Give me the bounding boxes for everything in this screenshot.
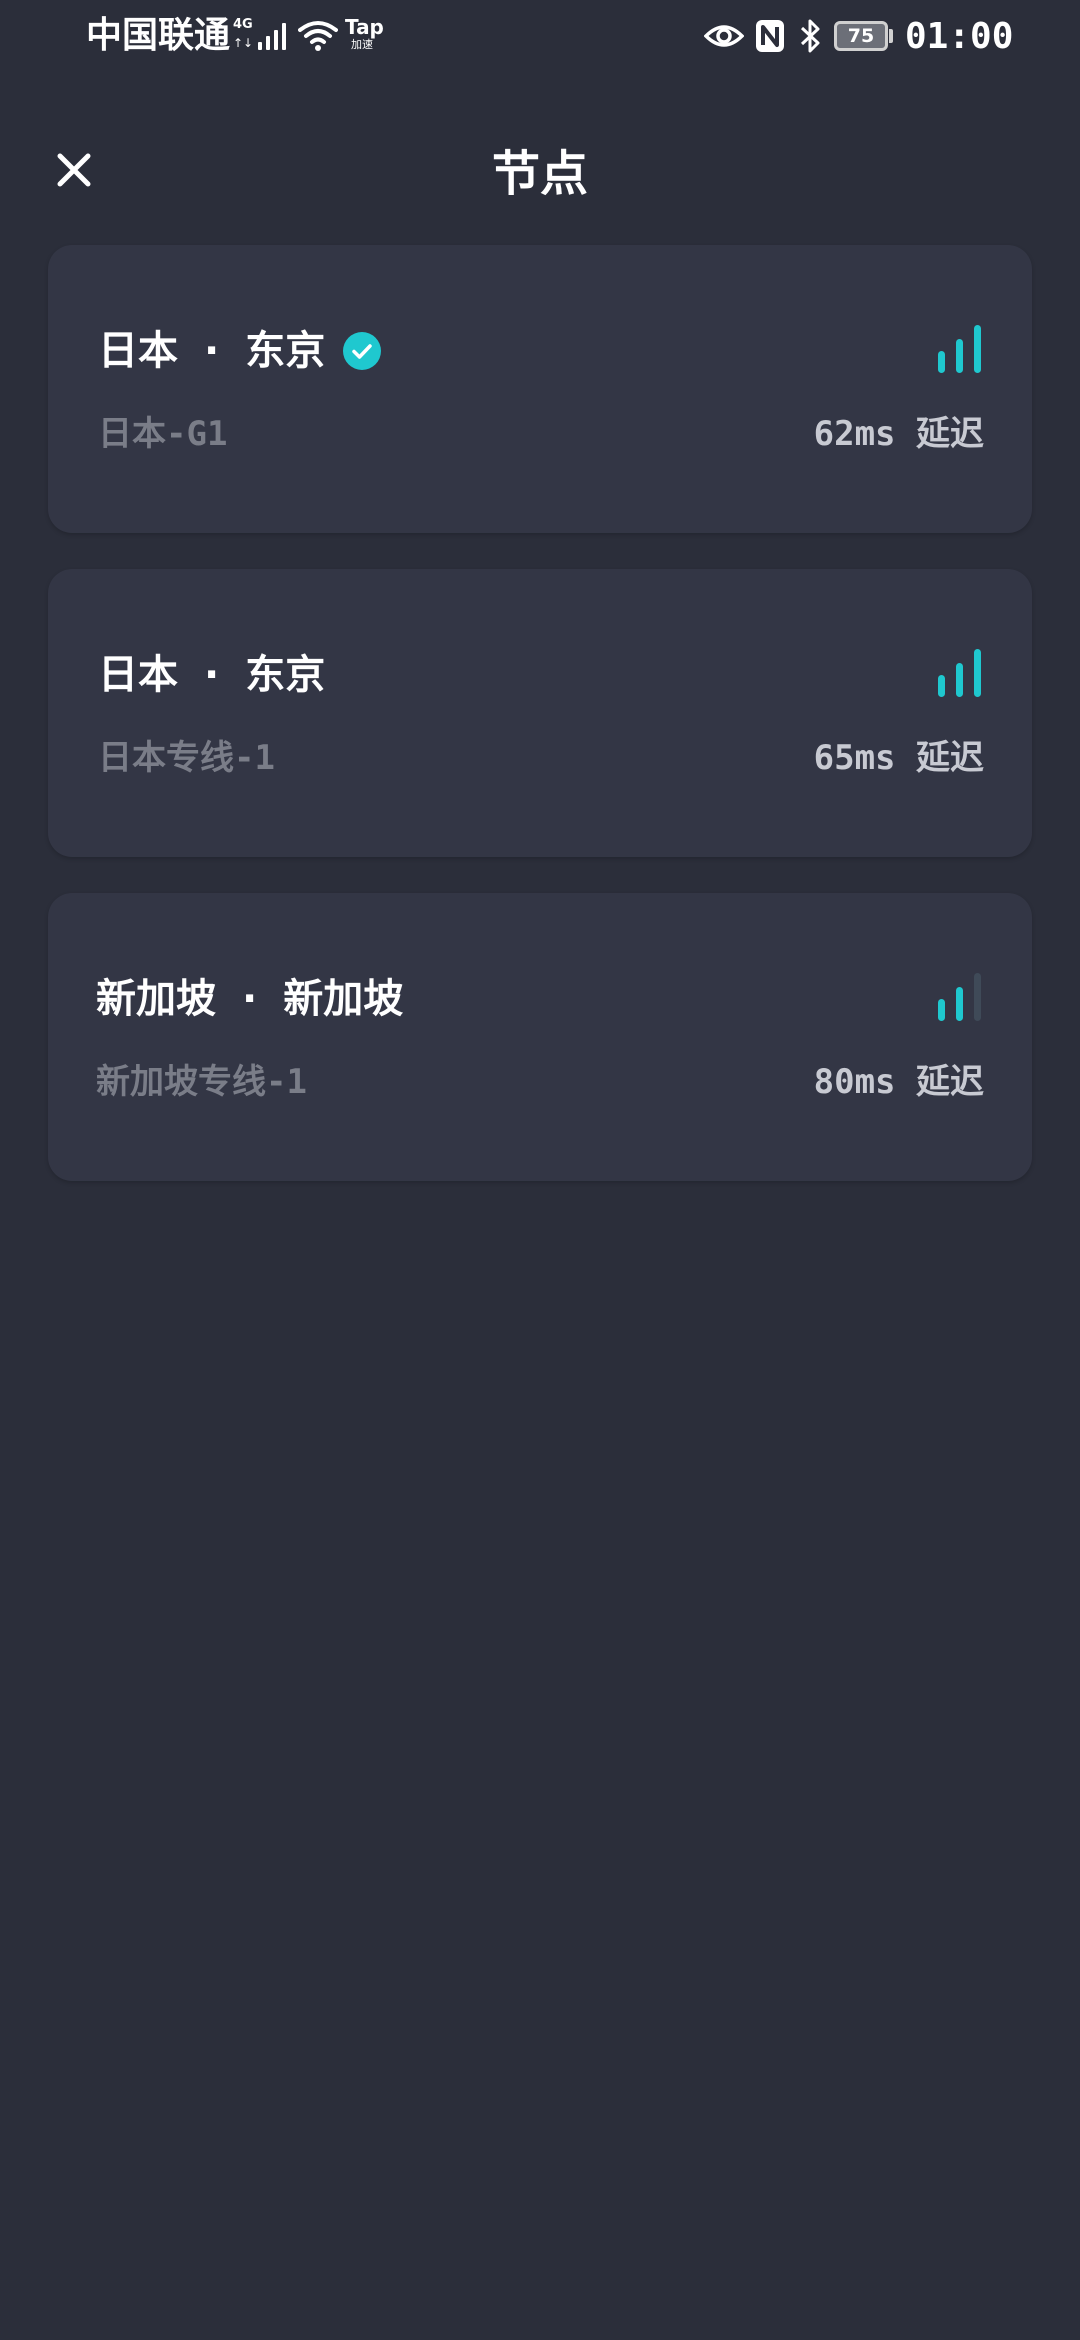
node-region: 新加坡 · 新加坡 [96,971,403,1027]
node-separator: · [242,976,258,1022]
node-card[interactable]: 新加坡 · 新加坡 新加坡专线-1 80ms 延迟 [48,893,1032,1181]
eye-icon [704,25,744,47]
signal-strength-icon [938,973,981,1021]
node-line-name: 日本专线-1 [98,738,275,778]
node-latency: 62ms 延迟 [813,414,984,454]
node-city: 东京 [245,328,326,374]
node-line-name: 新加坡专线-1 [96,1062,307,1102]
close-icon [57,153,91,187]
node-country: 新加坡 [96,976,216,1022]
node-card[interactable]: 日本 · 东京 日本-G1 62ms 延迟 [48,245,1032,533]
wifi-icon [298,21,338,51]
signal-bars-icon [256,20,290,50]
signal-strength-icon [938,325,981,373]
node-card[interactable]: 日本 · 东京 日本专线-1 65ms 延迟 [48,569,1032,857]
status-bar: 中国联通 4G ↑↓ Tap 加速 75 01:00 [0,0,1080,72]
node-region: 日本 · 东京 [98,323,382,379]
nfc-icon [756,20,784,52]
node-line-name: 日本-G1 [98,414,228,454]
clock: 01:00 [905,16,1014,57]
battery-icon: 75 [834,21,888,51]
node-country: 日本 [98,328,178,374]
node-city: 东京 [245,652,326,698]
network-type: 4G [233,17,253,32]
node-separator: · [204,328,220,374]
page-title: 节点 [491,146,588,202]
selected-check-icon [343,332,382,370]
close-button[interactable] [44,140,104,200]
network-activity-arrows: ↑↓ [233,36,254,50]
carrier-name: 中国联通 [86,15,231,56]
signal-strength-icon [938,649,981,697]
tap-accelerator-label: Tap [345,15,384,39]
node-region: 日本 · 东京 [98,647,325,703]
node-latency: 65ms 延迟 [813,738,984,778]
node-separator: · [204,652,220,698]
battery-tip [889,29,893,43]
node-latency: 80ms 延迟 [813,1062,984,1102]
node-country: 日本 [98,652,178,698]
node-city: 新加坡 [283,976,404,1022]
battery-level: 75 [847,25,875,47]
tap-accelerator-sublabel: 加速 [351,38,373,51]
bluetooth-icon [800,19,820,53]
